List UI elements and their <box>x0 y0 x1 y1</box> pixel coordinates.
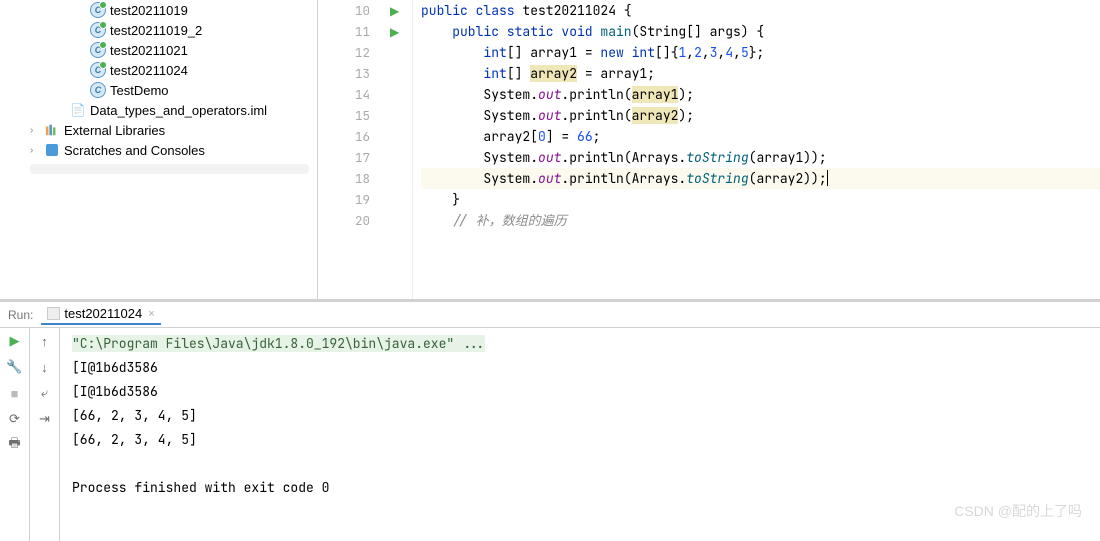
stop-button[interactable]: ■ <box>6 384 24 402</box>
tree-item-external-libraries[interactable]: › External Libraries <box>0 120 317 140</box>
print-icon[interactable]: 🖶 <box>6 436 24 454</box>
tree-item-label: Scratches and Consoles <box>64 143 205 158</box>
down-icon[interactable]: ↓ <box>36 358 54 376</box>
editor-gutter: 10▶11▶121314151617181920 <box>318 0 413 299</box>
code-line[interactable]: int[] array1 = new int[]{1,2,3,4,5}; <box>421 42 1100 63</box>
run-config-icon <box>47 307 60 320</box>
code-editor[interactable]: 10▶11▶121314151617181920 public class te… <box>318 0 1100 299</box>
tree-item-label: TestDemo <box>110 83 169 98</box>
run-line-icon[interactable]: ▶ <box>390 4 404 18</box>
line-number: 10 <box>318 2 390 19</box>
class-icon: C <box>90 42 106 58</box>
library-icon <box>44 122 60 138</box>
tree-item-label: test20211021 <box>110 43 188 58</box>
run-line-icon[interactable]: ▶ <box>390 25 404 39</box>
code-line[interactable]: array2[0] = 66; <box>421 126 1100 147</box>
class-icon: C <box>90 82 106 98</box>
chevron-right-icon[interactable]: › <box>30 145 42 156</box>
editor-code-area[interactable]: public class test20211024 { public stati… <box>413 0 1100 299</box>
project-tree: Ctest20211019Ctest20211019_2Ctest2021102… <box>0 0 318 299</box>
line-number: 12 <box>318 44 390 61</box>
close-icon[interactable]: × <box>148 308 154 320</box>
dump-threads-icon[interactable]: ⟳ <box>6 410 24 428</box>
line-number: 19 <box>318 191 390 208</box>
class-icon: C <box>90 62 106 78</box>
text-cursor <box>827 170 828 186</box>
line-number: 18 <box>318 170 390 187</box>
up-icon[interactable]: ↑ <box>36 332 54 350</box>
tree-item-test20211019-2[interactable]: Ctest20211019_2 <box>0 20 317 40</box>
run-panel-header: Run: test20211024 × <box>0 302 1100 328</box>
tree-item-scratches-and-consoles[interactable]: › Scratches and Consoles <box>0 140 317 160</box>
run-tab[interactable]: test20211024 × <box>41 304 160 325</box>
line-number: 11 <box>318 23 390 40</box>
console-output[interactable]: "C:\Program Files\Java\jdk1.8.0_192\bin\… <box>60 328 1100 541</box>
tree-item-label: test20211024 <box>110 63 188 78</box>
line-number: 17 <box>318 149 390 166</box>
code-line[interactable]: System.out.println(Arrays.toString(array… <box>421 147 1100 168</box>
tree-item-data-types-and-operators-iml[interactable]: 📄 Data_types_and_operators.iml <box>0 100 317 120</box>
code-line[interactable]: // 补，数组的遍历 <box>421 210 1100 231</box>
run-toolbar-right: ↑ ↓ ⤶ ⇥ <box>30 328 60 541</box>
code-line[interactable]: int[] array2 = array1; <box>421 63 1100 84</box>
line-number: 20 <box>318 212 390 229</box>
line-number: 15 <box>318 107 390 124</box>
soft-wrap-icon[interactable]: ⤶ <box>36 384 54 402</box>
run-tab-label: test20211024 <box>64 306 142 321</box>
tree-item-label: test20211019_2 <box>110 23 202 38</box>
run-panel: Run: test20211024 × ▶ 🔧 ■ ⟳ 🖶 ↑ ↓ ⤶ ⇥ "C… <box>0 300 1100 541</box>
run-label: Run: <box>8 308 33 322</box>
code-line[interactable]: System.out.println(array2); <box>421 105 1100 126</box>
class-icon: C <box>90 22 106 38</box>
code-line[interactable]: public class test20211024 { <box>421 0 1100 21</box>
line-number: 13 <box>318 65 390 82</box>
tree-item-test20211024[interactable]: Ctest20211024 <box>0 60 317 80</box>
rerun-button[interactable]: ▶ <box>6 332 24 350</box>
tree-item-label: External Libraries <box>64 123 165 138</box>
tree-item-label: Data_types_and_operators.iml <box>90 103 267 118</box>
scrollbar-horizontal[interactable] <box>30 164 309 174</box>
tree-item-testdemo[interactable]: C TestDemo <box>0 80 317 100</box>
scratch-icon <box>44 142 60 158</box>
file-icon: 📄 <box>70 102 86 118</box>
chevron-right-icon[interactable]: › <box>30 125 42 136</box>
code-line[interactable]: System.out.println(Arrays.toString(array… <box>421 168 1100 189</box>
run-toolbar-left: ▶ 🔧 ■ ⟳ 🖶 <box>0 328 30 541</box>
code-line[interactable]: } <box>421 189 1100 210</box>
line-number: 16 <box>318 128 390 145</box>
code-line[interactable]: System.out.println(array1); <box>421 84 1100 105</box>
scroll-end-icon[interactable]: ⇥ <box>36 410 54 428</box>
code-line[interactable]: public static void main(String[] args) { <box>421 21 1100 42</box>
tree-item-test20211019[interactable]: Ctest20211019 <box>0 0 317 20</box>
tree-item-label: test20211019 <box>110 3 188 18</box>
tree-item-test20211021[interactable]: Ctest20211021 <box>0 40 317 60</box>
wrench-icon[interactable]: 🔧 <box>6 358 24 376</box>
class-icon: C <box>90 2 106 18</box>
bookmarks-tab[interactable]: okmarks <box>0 471 2 513</box>
line-number: 14 <box>318 86 390 103</box>
